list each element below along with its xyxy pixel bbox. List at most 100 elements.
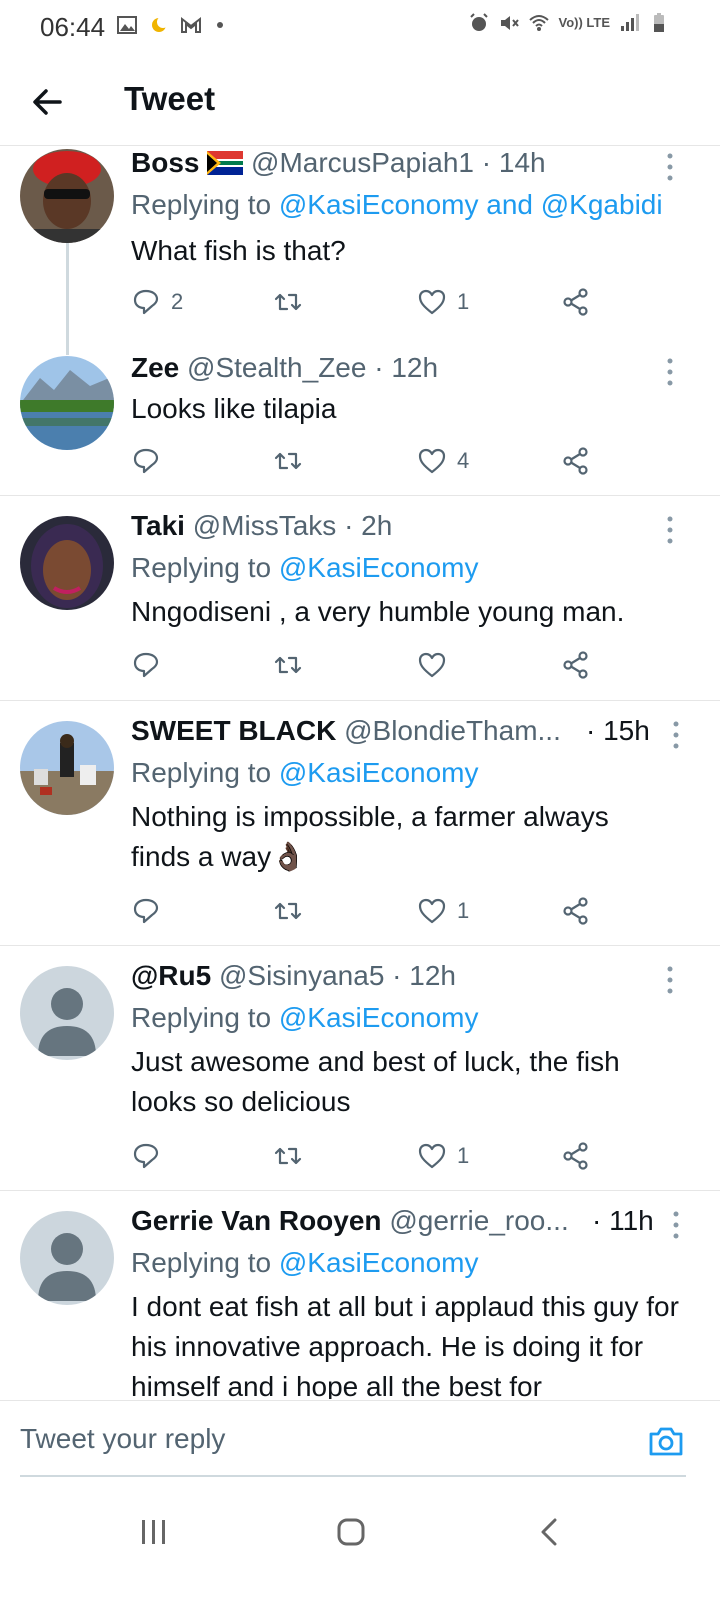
share-icon (563, 897, 588, 925)
replying-prefix: Replying to (131, 757, 279, 788)
like-count: 1 (457, 898, 470, 923)
tweet-header-row: Zee @Stealth_Zee · 12h (131, 352, 438, 384)
tweet-actions: 2 1 (131, 284, 611, 320)
like-button[interactable]: 1 (417, 1138, 469, 1174)
avatar-photo-icon (20, 149, 114, 243)
share-button[interactable] (561, 647, 591, 683)
more-options-icon[interactable] (660, 513, 680, 547)
avatar[interactable] (20, 966, 114, 1060)
reply-button[interactable]: 2 (131, 284, 183, 320)
status-time: 06:44 (40, 12, 106, 42)
user-handle[interactable]: @MarcusPapiah1 (251, 147, 474, 178)
user-handle[interactable]: @gerrie_roo... (389, 1205, 568, 1236)
user-name[interactable]: SWEET BLACK (131, 715, 336, 746)
reply-tweet[interactable]: Zee @Stealth_Zee · 12h Looks like tilapi… (0, 342, 720, 496)
more-options-icon[interactable] (666, 1208, 686, 1242)
status-bar: 06:44 Vo)) LTE (0, 0, 720, 52)
retweet-button[interactable] (273, 1138, 313, 1174)
replying-prefix: Replying to (131, 1002, 279, 1033)
heart-icon (418, 289, 446, 315)
avatar[interactable] (20, 1211, 114, 1305)
user-handle[interactable]: @MissTaks (193, 510, 337, 541)
replying-to: Replying to @KasiEconomy and @Kgabidi (131, 189, 663, 221)
replying-to-link[interactable]: @KasiEconomy (279, 1247, 479, 1278)
tweet-text: Looks like tilapia (131, 393, 337, 424)
user-name[interactable]: Zee (131, 352, 179, 383)
user-handle[interactable]: @BlondieTham... (344, 715, 561, 746)
status-left-icons (116, 14, 234, 36)
reply-icon (133, 448, 159, 474)
reply-tweet[interactable]: SWEET BLACK @BlondieTham... · 15h Replyi… (0, 701, 720, 946)
recent-apps-icon[interactable] (134, 1512, 174, 1552)
user-name[interactable]: Taki (131, 510, 185, 541)
reply-button[interactable] (131, 1138, 171, 1174)
user-name[interactable]: @Ru5 (131, 960, 211, 991)
reply-tweet[interactable]: Taki @MissTaks · 2h Replying to @KasiEco… (0, 496, 720, 701)
tweet-text: I dont eat fish at all but i applaud thi… (131, 1291, 679, 1399)
reply-button[interactable] (131, 443, 171, 479)
back-arrow-icon[interactable] (28, 82, 68, 122)
reply-icon (133, 289, 159, 315)
share-button[interactable] (561, 1138, 591, 1174)
user-handle[interactable]: @Sisinyana5 (219, 960, 384, 991)
system-nav-bar (0, 1484, 720, 1600)
tweet-header-row: Taki @MissTaks · 2h (131, 510, 392, 542)
status-right-icons: Vo)) LTE (468, 12, 670, 34)
wifi-icon (529, 15, 550, 31)
share-icon (563, 651, 588, 679)
reply-icon (133, 1143, 159, 1169)
like-button[interactable]: 1 (417, 893, 469, 929)
reply-button[interactable] (131, 893, 171, 929)
more-options-icon[interactable] (660, 963, 680, 997)
reply-input[interactable] (20, 1413, 620, 1465)
system-back-icon[interactable] (530, 1512, 570, 1552)
retweet-button[interactable] (273, 893, 313, 929)
share-button[interactable] (561, 893, 591, 929)
retweet-button[interactable] (273, 443, 313, 479)
replying-to: Replying to @KasiEconomy (131, 552, 478, 584)
home-icon[interactable] (331, 1512, 371, 1552)
reply-input-underline (20, 1475, 686, 1477)
like-count: 1 (457, 289, 470, 314)
heart-icon (418, 1143, 446, 1169)
tweet-text: Nngodiseni , a very humble young man. (131, 596, 625, 627)
retweet-icon (274, 902, 302, 920)
like-button[interactable]: 4 (417, 443, 469, 479)
user-name[interactable]: Gerrie Van Rooyen (131, 1205, 382, 1236)
page-title: Tweet (124, 80, 216, 117)
replies-feed[interactable]: Boss @MarcusPapiah1 · 14h Replying to @K… (0, 147, 720, 1399)
more-options-icon[interactable] (666, 718, 686, 752)
user-name[interactable]: Boss (131, 147, 199, 178)
more-options-icon[interactable] (660, 150, 680, 184)
tweet-actions (131, 647, 611, 683)
tweet-header-row: @Ru5 @Sisinyana5 · 12h (131, 960, 456, 992)
share-button[interactable] (561, 443, 591, 479)
reply-tweet[interactable]: Gerrie Van Rooyen @gerrie_roo... · 11h R… (0, 1191, 720, 1399)
retweet-button[interactable] (273, 284, 313, 320)
reply-tweet[interactable]: @Ru5 @Sisinyana5 · 12h Replying to @Kasi… (0, 946, 720, 1191)
thread-connector-line (66, 243, 69, 355)
like-button[interactable]: 1 (417, 284, 469, 320)
replying-to-link[interactable]: @KasiEconomy (279, 757, 479, 788)
retweet-button[interactable] (273, 647, 313, 683)
user-handle[interactable]: @Stealth_Zee (187, 352, 366, 383)
tweet-header-row: Gerrie Van Rooyen @gerrie_roo... (131, 1205, 581, 1237)
replying-to-link[interactable]: @KasiEconomy (279, 1002, 479, 1033)
avatar[interactable] (20, 356, 114, 450)
reply-button[interactable] (131, 647, 171, 683)
reply-count: 2 (171, 289, 184, 314)
more-options-icon[interactable] (660, 355, 680, 389)
avatar[interactable] (20, 516, 114, 610)
like-count: 1 (457, 1143, 470, 1168)
replying-to-link[interactable]: @KasiEconomy and @Kgabidi (279, 189, 663, 220)
tweet-text: Just awesome and best of luck, the fish … (131, 1046, 620, 1117)
share-button[interactable] (561, 284, 591, 320)
camera-icon[interactable] (646, 1421, 686, 1461)
mute-icon (501, 16, 520, 30)
avatar[interactable] (20, 721, 114, 815)
replying-to: Replying to @KasiEconomy (131, 1247, 478, 1279)
like-button[interactable] (417, 647, 457, 683)
reply-tweet[interactable]: Boss @MarcusPapiah1 · 14h Replying to @K… (0, 147, 720, 355)
replying-to-link[interactable]: @KasiEconomy (279, 552, 479, 583)
avatar[interactable] (20, 149, 114, 243)
